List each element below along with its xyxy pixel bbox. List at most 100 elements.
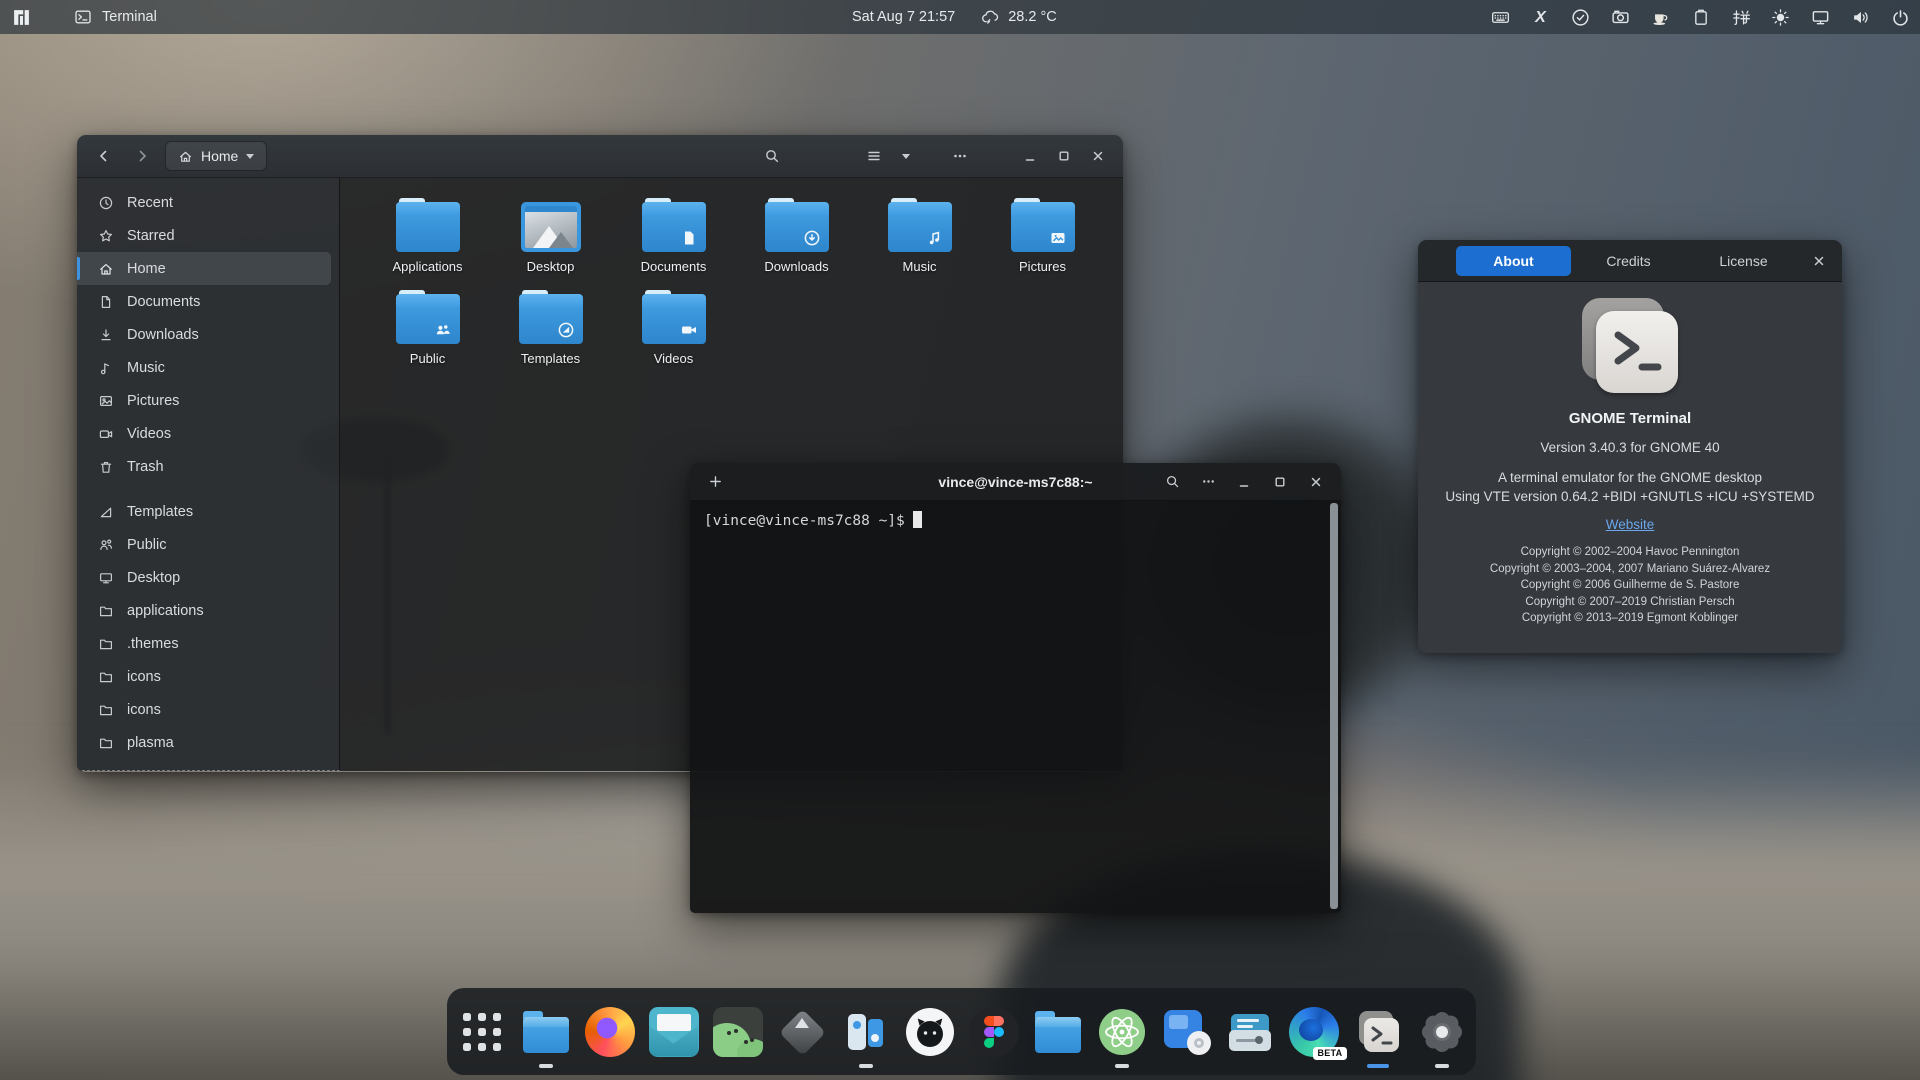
sidebar-label: plasma [127,734,174,751]
clipboard-icon[interactable] [1691,8,1710,27]
folder-downloads[interactable]: Downloads [735,198,858,274]
dock-item-volume-sliders[interactable] [840,993,892,1071]
temperature: 28.2 °C [1008,9,1057,25]
terminal-app-icon[interactable] [73,8,92,27]
files-titlebar[interactable]: Home [77,135,1123,178]
menu-kebab-button[interactable] [945,141,975,171]
folder-applications[interactable]: Applications [366,198,489,274]
dock-item-atom[interactable] [1096,993,1148,1071]
view-list-button[interactable] [859,141,889,171]
sidebar-item-downloads[interactable]: Downloads [77,318,331,351]
folder-templates[interactable]: Templates [489,290,612,366]
tab-credits[interactable]: Credits [1571,246,1686,276]
dock-item-github[interactable] [904,993,956,1071]
top-panel: Terminal Sat Aug 7 21:57 28.2 °C X [0,0,1920,34]
updates-check-icon[interactable] [1571,8,1590,27]
sidebar-item-desktop[interactable]: Desktop [77,561,331,594]
sidebar-item-videos[interactable]: Videos [77,417,331,450]
download-emblem-icon [804,230,819,246]
location-button[interactable]: Home [165,141,268,171]
sidebar-item-home[interactable]: Home [77,252,331,285]
dock-item-app-grid[interactable] [456,993,508,1071]
sidebar-item-icons-2[interactable]: icons [77,693,331,726]
maximize-button[interactable] [1267,469,1293,495]
template-icon [100,507,112,517]
dock-item-terminal[interactable] [1352,993,1404,1071]
sidebar-item-public[interactable]: Public [77,528,331,561]
dock-item-mail[interactable] [648,993,700,1071]
clock-icon [99,196,113,209]
folder-documents[interactable]: Documents [612,198,735,274]
about-header[interactable]: About Credits License [1418,240,1842,282]
power-icon[interactable] [1891,8,1910,27]
clock[interactable]: Sat Aug 7 21:57 [852,9,955,25]
vte-info: Using VTE version 0.64.2 +BIDI +GNUTLS +… [1445,489,1815,504]
pinyin-input-icon[interactable] [1731,8,1750,27]
view-options-caret[interactable] [897,141,915,171]
sidebar-label: Trash [127,458,164,475]
tab-license[interactable]: License [1686,246,1801,276]
dock-item-inkscape[interactable] [776,993,828,1071]
terminal-titlebar[interactable]: vince@vince-ms7c88:~ [690,463,1341,501]
dock-item-boxes[interactable] [1160,993,1212,1071]
dock-item-settings-gear[interactable] [1416,993,1468,1071]
caffeine-cup-icon[interactable] [1651,8,1670,27]
website-link[interactable]: Website [1606,517,1655,532]
sidebar-item-themes[interactable]: .themes [77,627,331,660]
back-button[interactable] [89,141,119,171]
desktop-folder-icon [520,202,581,252]
folder-desktop[interactable]: Desktop [489,198,612,274]
search-button[interactable] [757,141,787,171]
dock-item-files-2[interactable] [1032,993,1084,1071]
sidebar-item-icons[interactable]: icons [77,660,331,693]
dock-item-edge-beta[interactable]: BETA [1288,993,1347,1071]
dock-item-display-settings[interactable] [1224,993,1276,1071]
sidebar-item-templates[interactable]: Templates [77,495,331,528]
folder-music[interactable]: Music [858,198,981,274]
terminal-window: vince@vince-ms7c88:~ [vince@vince-ms7c88… [690,463,1341,913]
beta-badge: BETA [1313,1046,1347,1060]
brightness-icon[interactable] [1771,8,1790,27]
folder-pictures[interactable]: Pictures [981,198,1104,274]
folder-public[interactable]: Public [366,290,489,366]
close-button[interactable] [1806,248,1832,274]
xorg-icon[interactable]: X [1531,8,1550,27]
weather-widget[interactable]: 28.2 °C [981,8,1057,26]
folder-videos[interactable]: Videos [612,290,735,366]
dock-item-green-monster[interactable] [712,993,764,1071]
minimize-button[interactable] [1231,469,1257,495]
sidebar-label: Pictures [127,392,180,409]
scrollbar[interactable] [1330,503,1338,909]
manjaro-logo-icon[interactable] [12,8,31,27]
volume-icon[interactable] [1851,8,1870,27]
sidebar-item-recent[interactable]: Recent [77,186,331,219]
close-button[interactable] [1085,143,1111,169]
minimize-button[interactable] [1017,143,1043,169]
sidebar-item-music[interactable]: Music [77,351,331,384]
sidebar-item-documents[interactable]: Documents [77,285,331,318]
folder-label: Templates [520,351,581,366]
sidebar-item-pictures[interactable]: Pictures [77,384,331,417]
sidebar-label: icons [127,701,161,718]
dock-item-firefox[interactable] [584,993,636,1071]
focused-app-name[interactable]: Terminal [102,9,157,25]
dock-item-figma[interactable] [968,993,1020,1071]
menu-kebab-button[interactable] [1195,469,1221,495]
active-indicator [1366,1064,1389,1068]
screenshot-camera-icon[interactable] [1611,8,1630,27]
display-network-icon[interactable] [1811,8,1830,27]
dock-item-files[interactable] [520,993,572,1071]
keyboard-icon[interactable] [1491,8,1510,27]
search-button[interactable] [1159,469,1185,495]
close-button[interactable] [1303,469,1329,495]
sidebar-item-applications[interactable]: applications [77,594,331,627]
terminal-content[interactable]: [vince@vince-ms7c88 ~]$ [690,501,1341,913]
forward-button[interactable] [127,141,157,171]
maximize-button[interactable] [1051,143,1077,169]
tab-about[interactable]: About [1456,245,1571,276]
new-tab-button[interactable] [702,469,728,495]
download-icon [101,328,111,340]
sidebar-item-trash[interactable]: Trash [77,450,331,483]
sidebar-item-starred[interactable]: Starred [77,219,331,252]
sidebar-item-plasma[interactable]: plasma [77,726,331,759]
